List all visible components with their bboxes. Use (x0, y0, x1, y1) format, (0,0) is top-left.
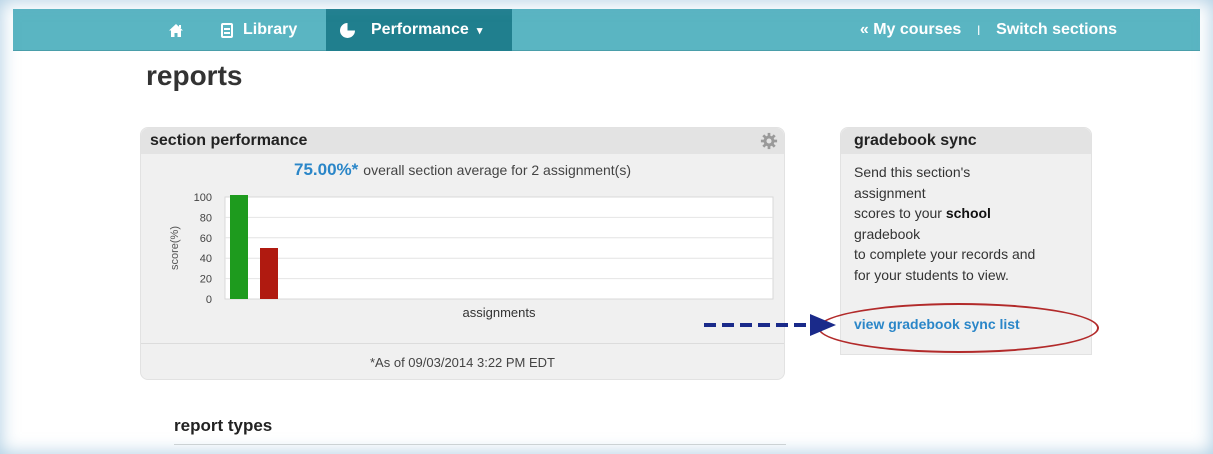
performance-bar-chart: 0 20 40 60 80 100 score(%) assignments (169, 192, 774, 320)
home-icon (169, 23, 183, 37)
switch-sections-link[interactable]: Switch sections (996, 21, 1117, 39)
sync-line-5: to complete your records and (854, 246, 1036, 262)
chart-y-tick-label: 60 (200, 233, 212, 245)
page-title: reports (146, 60, 243, 91)
chart-bar-1[interactable] (230, 195, 248, 299)
nav-home[interactable] (161, 9, 191, 51)
chart-y-tick-label: 100 (194, 192, 212, 204)
section-average-line: 75.00%* overall section average for 2 ass… (141, 160, 784, 180)
nav-separator: | (977, 24, 981, 36)
report-types-heading: report types (174, 416, 786, 445)
as-of-timestamp: *As of 09/03/2014 3:22 PM EDT (141, 343, 784, 381)
chart-y-tick-label: 20 (200, 274, 212, 286)
annotation-ellipse (818, 303, 1099, 353)
nav-library[interactable]: Library (221, 9, 297, 51)
chart-bar-2[interactable] (260, 248, 278, 299)
sync-line-1: Send this section's (854, 164, 971, 180)
annotation-arrow-icon (704, 314, 836, 336)
sync-line-6: for your students to view. (854, 266, 1009, 283)
chart-y-tick-label: 80 (200, 212, 212, 224)
document-icon (221, 22, 233, 38)
sync-line-3-bold: school (945, 205, 991, 221)
my-courses-link[interactable]: « My courses (860, 21, 961, 39)
gear-icon[interactable] (760, 132, 778, 150)
chart-y-tick-label: 0 (206, 294, 212, 306)
top-navigation-bar: Library Performance ▾ « My courses | Swi… (13, 9, 1200, 51)
gradebook-sync-header: gradebook sync (841, 128, 1091, 154)
chart-ylabel: score(%) (169, 226, 181, 270)
chart-y-ticks: 0 20 40 60 80 100 (194, 192, 212, 306)
nav-performance-label: Performance (371, 21, 469, 38)
chart-plot-area (224, 196, 774, 300)
section-performance-header: section performance (141, 128, 784, 154)
section-average-value: 75.00%* (294, 160, 359, 179)
nav-right-links: « My courses | Switch sections (860, 9, 1117, 51)
chart-xlabel: assignments (463, 305, 536, 320)
chart-y-tick-label: 40 (200, 253, 212, 265)
sync-line-3: scores to your school (854, 203, 1078, 224)
chevron-down-icon: ▾ (476, 24, 483, 37)
nav-library-label: Library (243, 21, 298, 38)
section-average-text: overall section average for 2 assignment… (363, 162, 631, 178)
section-performance-panel: section performance 75.00%* overall secti… (140, 127, 785, 380)
pie-chart-icon (340, 22, 355, 38)
sync-line-2: assignment (854, 184, 926, 201)
gradebook-sync-description: Send this section's assignment scores to… (841, 154, 1091, 285)
sync-line-3-text: scores to your (854, 205, 942, 221)
nav-performance[interactable]: Performance ▾ (326, 9, 512, 51)
section-performance-title: section performance (150, 132, 308, 149)
sync-line-4: gradebook (854, 225, 921, 242)
